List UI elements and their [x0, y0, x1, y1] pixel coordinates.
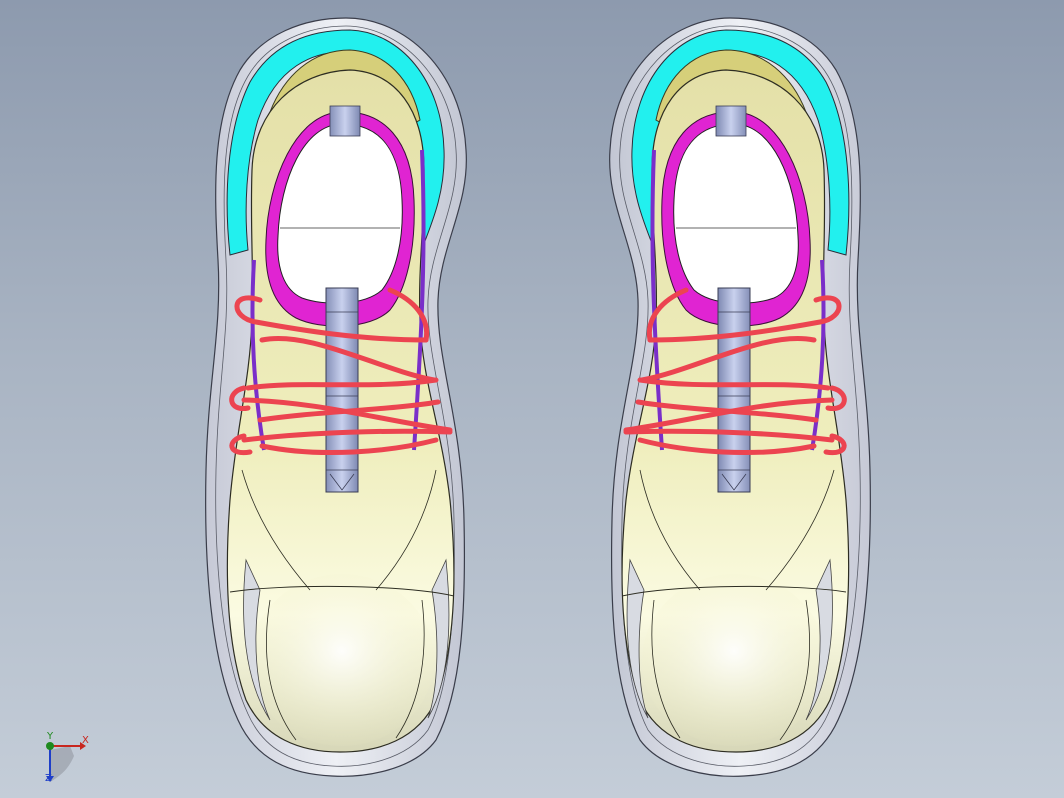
- right-shoe[interactable]: [610, 18, 871, 776]
- graphics-viewport[interactable]: X Y Z: [0, 0, 1064, 798]
- y-axis-label: Y: [47, 731, 54, 742]
- model-scene[interactable]: [0, 0, 1064, 798]
- x-axis-label: X: [82, 735, 89, 746]
- coordinate-triad: X Y Z: [38, 732, 98, 786]
- z-axis-label: Z: [45, 773, 52, 784]
- left-shoe[interactable]: [206, 18, 467, 776]
